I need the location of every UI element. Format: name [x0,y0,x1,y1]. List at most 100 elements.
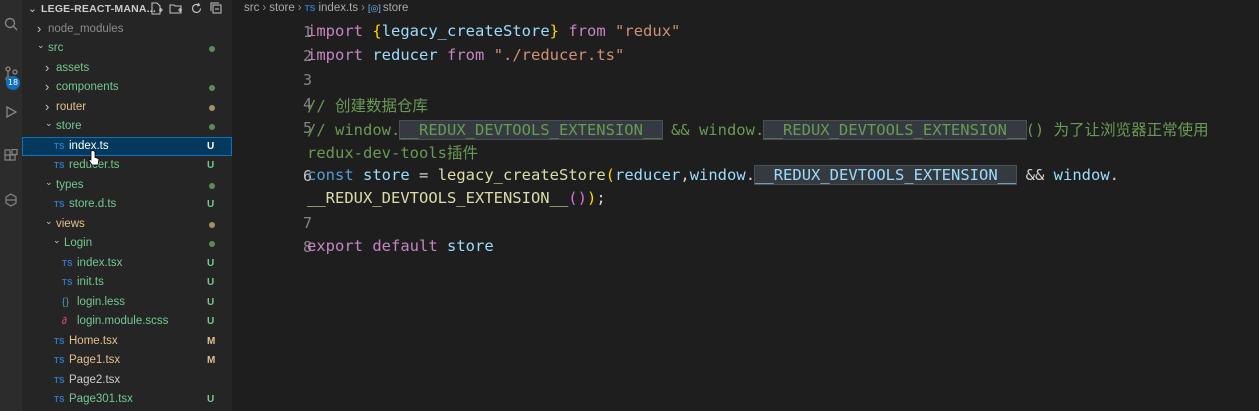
line-number: 3 [302,71,312,89]
collapse-all-icon[interactable] [208,2,224,18]
code-token: reducer [372,46,438,64]
code-line[interactable]: export default store [307,237,494,255]
code-token: () 为了让浏览器正常使用 [1025,121,1209,139]
code-token: __REDUX_DEVTOOLS_EXTENSION__ [307,189,569,207]
code-token: const [307,166,354,184]
tree-item-label: Home.tsx [69,334,118,347]
code-line[interactable]: const store = legacy_createStore(reducer… [307,165,1119,185]
tree-folder-src[interactable]: ⌄ src [22,39,232,59]
git-status-dot [209,104,215,111]
git-status-badge: M [207,355,216,366]
tree-file-index-ts[interactable]: TS index.ts U [22,136,232,156]
line-number: 6 [302,167,312,185]
tree-folder-types[interactable]: ⌄ types [22,176,232,196]
chevron-down-icon: ⌄ [37,40,45,50]
code-line[interactable]: redux-dev-tools插件 [307,141,478,163]
tree-file-home-tsx[interactable]: TS Home.tsx M [22,332,232,352]
tree-file-index-tsx[interactable]: TS index.tsx U [22,254,232,274]
chevron-right-icon: › [297,2,302,14]
code-token: // 创建数据仓库 [307,97,428,115]
chevron-down-icon: ⌄ [45,176,53,187]
mouse-cursor-icon [88,150,100,171]
code-token: { [372,22,382,40]
tree-item-label: node_modules [48,22,124,35]
tree-item-label: src [48,42,64,54]
code-line[interactable]: // window.__REDUX_DEVTOOLS_EXTENSION__ &… [307,118,1209,140]
typescript-file-icon: TS [304,3,316,13]
tree-file-reducer-ts[interactable]: TSreducer.tsU [22,156,232,176]
search-icon[interactable] [0,16,22,38]
remote-icon[interactable] [0,192,22,214]
editor-pane: src › store › TS index.ts › [◎] store 1 import {l… [232,0,1259,411]
tree-file-login-module-scss[interactable]: ∂ login.module.scss U [22,312,232,332]
code-token: __REDUX_DEVTOOLS_EXTENSION__ [399,120,663,140]
tree-folder-store[interactable]: ⌄ store [22,117,232,137]
breadcrumb-item-symbol[interactable]: store [383,2,409,14]
tree-item-label: Login [64,237,93,249]
new-folder-icon[interactable] [168,2,184,18]
code-token: store [363,166,410,184]
typescript-file-icon: TS [62,278,73,287]
git-status-badge: U [207,140,215,152]
tree-folder-login[interactable]: ⌄ Login [22,234,232,254]
run-debug-icon[interactable] [0,104,22,126]
tree-file-page2-tsx[interactable]: TS Page2.tsx [22,371,232,391]
tree-file-store-d-ts[interactable]: TS store.d.ts U [22,195,232,215]
code-token: "./reducer.ts" [493,46,625,64]
tree-folder-node-modules[interactable]: › node_modules [22,20,232,40]
tree-item-label: store.d.ts [69,198,117,210]
tree-item-label: Page1.tsx [69,354,121,366]
breadcrumb-item-src[interactable]: src [244,2,259,14]
git-status-badge: U [207,160,215,171]
code-token: __REDUX_DEVTOOLS_EXTENSION__ [754,165,1018,185]
tree-file-page301-tsx[interactable]: TS Page301.tsx U [22,390,232,410]
code-token: && [1016,166,1054,184]
git-status-badge: U [207,277,215,288]
tree-folder-assets[interactable]: › assets [22,59,232,79]
code-token: () [568,189,587,207]
new-file-icon[interactable] [148,2,164,18]
code-token: export [307,237,363,255]
tree-item-label: login.module.scss [77,315,169,327]
chevron-down-icon: ⌄ [28,3,37,15]
chevron-right-icon: › [45,59,50,75]
project-title[interactable]: ⌄ LEGE-REACT-MANA... [28,3,156,15]
tree-folder-router[interactable]: › router [22,98,232,118]
chevron-right-icon: › [361,2,365,14]
chevron-down-icon: ⌄ [53,235,61,245]
git-status-dot [209,46,215,52]
git-status-badge: U [207,257,215,269]
breadcrumb-item-file[interactable]: index.ts [318,2,358,14]
code-line[interactable]: import reducer from "./reducer.ts" [307,46,624,64]
project-title-label: LEGE-REACT-MANA... [41,3,157,15]
code-token: ; [596,189,606,207]
breadcrumb-item-store-folder[interactable]: store [269,2,295,14]
tree-item-label: Page301.tsx [69,393,133,405]
code-token: reducer [615,166,681,184]
refresh-icon[interactable] [188,2,204,18]
tree-file-login-less[interactable]: {} login.less U [22,293,232,313]
tree-file-page1-tsx[interactable]: TS Page1.tsx M [22,351,232,371]
code-line[interactable]: __REDUX_DEVTOOLS_EXTENSION__()); [307,189,606,207]
git-status-dot [209,124,215,130]
line-number: 1 [302,23,312,41]
line-number: 5 [302,119,312,137]
tree-folder-components[interactable]: › components [22,78,232,98]
line-number: 2 [302,47,312,65]
extensions-icon[interactable] [0,148,22,170]
line-number: 8 [302,238,312,256]
code-line[interactable]: // 创建数据仓库 [307,94,428,116]
code-token: = [409,166,438,184]
code-token: store [447,237,494,255]
git-status-badge: U [207,199,215,210]
explorer-sidebar: ⌄ LEGE-REACT-MANA... › node_modules ⌄ src › as… [22,0,232,411]
tree-file-init-ts[interactable]: TS init.ts U [22,273,232,293]
code-token: . [745,166,756,184]
code-line[interactable]: import {legacy_createStore} from "redux" [307,22,680,40]
breadcrumb: src › store › TS index.ts › [◎] store [244,2,408,14]
